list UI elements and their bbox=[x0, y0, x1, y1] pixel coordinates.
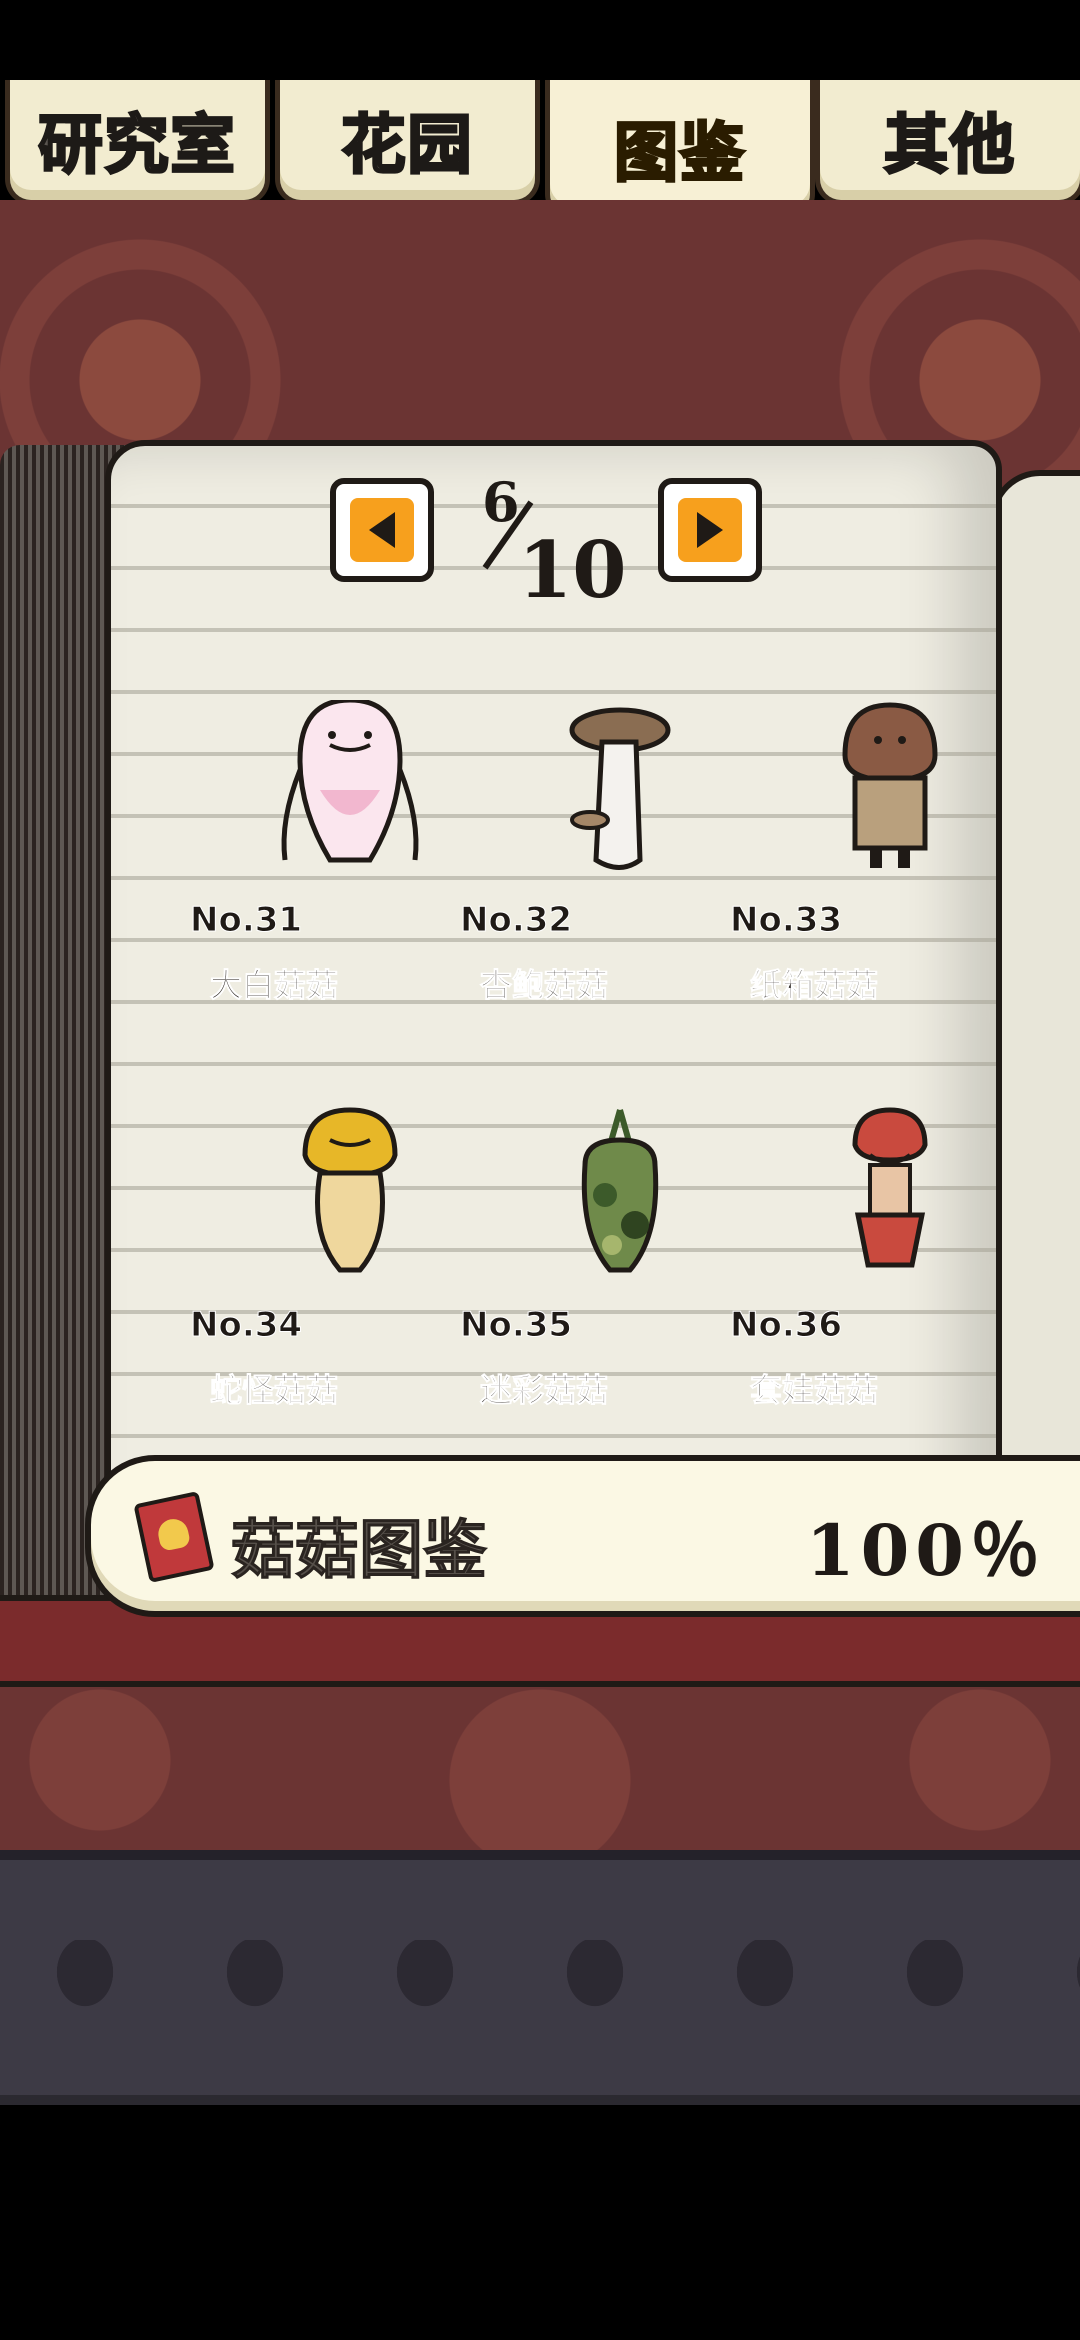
white-mushroom-icon bbox=[281, 700, 419, 863]
mushroom-number: No.31 bbox=[189, 900, 303, 941]
collection-label: 菇菇图鉴 bbox=[231, 1514, 488, 1589]
tab-other[interactable]: 其他 bbox=[815, 80, 1080, 205]
collection-percent: 100％ bbox=[805, 1509, 1046, 1592]
tab-encyclopedia-label: 图鉴 bbox=[613, 115, 746, 192]
mushroom-name: 迷彩菇菇 bbox=[479, 1371, 609, 1410]
mushroom-number: No.32 bbox=[459, 900, 573, 941]
snake-mushroom-icon bbox=[302, 1107, 398, 1273]
tab-bar: 研究室 花园 图鉴 其他 bbox=[0, 80, 1080, 220]
mushroom-number: No.35 bbox=[459, 1305, 573, 1346]
next-page-button[interactable] bbox=[658, 478, 762, 582]
mushroom-number: No.36 bbox=[729, 1305, 843, 1346]
camouflage-mushroom-icon bbox=[581, 1109, 659, 1273]
tab-garden[interactable]: 花园 bbox=[275, 80, 540, 205]
arrow-right-icon bbox=[697, 512, 723, 548]
encyclopedia-book-icon bbox=[133, 1491, 215, 1583]
prev-page-button[interactable] bbox=[330, 478, 434, 582]
arrow-left-icon bbox=[369, 512, 395, 548]
tab-garden-label: 花园 bbox=[340, 108, 474, 185]
total-pages: 10 bbox=[518, 525, 627, 616]
matryoshka-mushroom-icon bbox=[852, 1107, 928, 1268]
mushroom-name: 套娃菇菇 bbox=[749, 1371, 879, 1410]
mushroom-entry-34[interactable]: No.34 蛇怪菇菇 bbox=[189, 1105, 470, 1410]
book-right-page bbox=[990, 470, 1080, 1582]
mushroom-entry-36[interactable]: No.36 套娃菇菇 bbox=[729, 1105, 1010, 1410]
mushroom-name: 蛇怪菇菇 bbox=[209, 1371, 339, 1410]
mushroom-entry-33[interactable]: No.33 纸箱菇菇 bbox=[729, 700, 1010, 1005]
bottom-decorative-band bbox=[0, 1850, 1080, 2105]
tab-lab[interactable]: 研究室 bbox=[5, 80, 270, 205]
mushroom-name: 大白菇菇 bbox=[209, 966, 339, 1005]
mushroom-entry-35[interactable]: No.35 迷彩菇菇 bbox=[459, 1105, 740, 1410]
mushroom-number: No.34 bbox=[189, 1305, 303, 1346]
mushroom-name: 杏鲍菇菇 bbox=[479, 966, 609, 1005]
cardboard-mushroom-icon bbox=[842, 702, 938, 868]
tab-encyclopedia[interactable]: 图鉴 bbox=[545, 80, 815, 220]
mushroom-entry-32[interactable]: No.32 杏鲍菇菇 bbox=[459, 700, 740, 1005]
mushroom-entry-31[interactable]: No.31 大白菇菇 bbox=[189, 700, 470, 1005]
mushroom-number: No.33 bbox=[729, 900, 843, 941]
tab-other-label: 其他 bbox=[883, 108, 1016, 185]
tab-lab-label: 研究室 bbox=[37, 108, 237, 185]
king-oyster-mushroom-icon bbox=[569, 707, 671, 870]
collection-progress-bar: 菇菇图鉴 100％ bbox=[85, 1455, 1080, 1617]
mushroom-name: 纸箱菇菇 bbox=[749, 966, 879, 1005]
